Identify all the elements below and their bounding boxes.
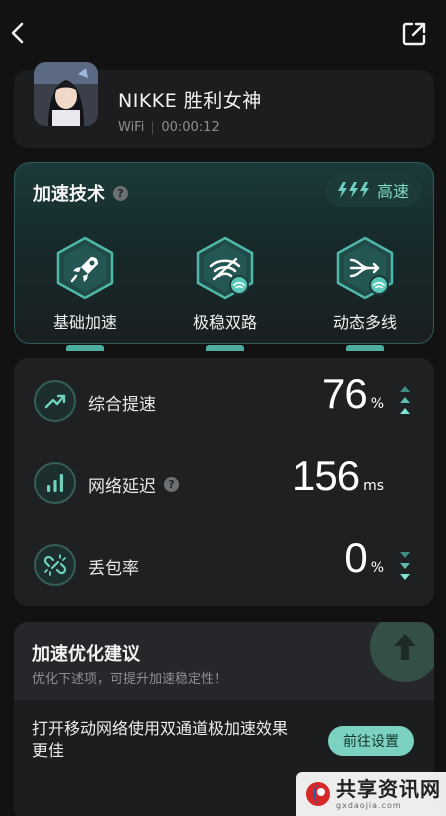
accel-tech-card: 加速技术 ? 高速 基础加速 极稳双路 动态多线 — [14, 162, 434, 351]
help-icon[interactable]: ? — [164, 477, 179, 492]
speed-mode-pill[interactable]: 高速 — [325, 173, 421, 207]
suggest-subtitle: 优化下述项，可提升加速稳定性！ — [32, 672, 228, 687]
stat-row-speedup: 综合提速 76 % — [14, 370, 434, 430]
elapsed-time: 00:00:12 — [161, 120, 220, 135]
arrow-up-icon — [370, 622, 434, 682]
stat-number: 0 — [344, 534, 367, 581]
game-card: NIKKE 胜利女神 WiFi 00:00:12 — [14, 62, 434, 148]
meta-divider — [152, 121, 154, 134]
share-button[interactable] — [400, 20, 428, 48]
stat-value: 0 % — [344, 534, 384, 582]
stat-row-packet-loss: 丢包率 0 % — [14, 534, 434, 594]
stat-label-text: 丢包率 — [88, 559, 139, 579]
arrows-down-icon — [398, 548, 412, 582]
stat-label-text: 综合提速 — [88, 395, 156, 415]
tech-item-dual[interactable]: 极稳双路 — [175, 235, 275, 351]
stat-unit: ms — [363, 478, 384, 494]
tech-item-indicator — [66, 345, 104, 351]
stat-unit: % — [370, 560, 384, 576]
stat-label: 网络延迟 ? — [88, 472, 179, 497]
accel-tech-items: 基础加速 极稳双路 动态多线 — [15, 235, 433, 351]
accel-tech-title: 加速技术 ? — [33, 180, 128, 206]
stat-label: 丢包率 — [88, 554, 139, 579]
watermark-main: 共享资讯网 — [336, 776, 441, 801]
stat-value: 76 % — [322, 370, 384, 418]
network-type: WiFi — [118, 120, 145, 135]
watermark: 共享资讯网 gxdaojia.com — [296, 772, 446, 816]
suggest-header: 加速优化建议 优化下述项，可提升加速稳定性！ — [14, 622, 434, 700]
suggest-tip: 打开移动网络使用双通道极加速效果更佳 — [32, 719, 289, 760]
stat-number: 76 — [321, 370, 368, 417]
stat-row-latency: 网络延迟 ? 156 ms — [14, 452, 434, 512]
trend-up-icon — [34, 380, 76, 422]
broken-link-icon — [34, 544, 76, 586]
goto-settings-button[interactable]: 前往设置 — [328, 726, 414, 756]
game-title: NIKKE 胜利女神 — [118, 90, 262, 112]
help-icon[interactable]: ? — [113, 185, 128, 201]
stat-unit: % — [370, 396, 384, 412]
game-icon — [34, 62, 98, 126]
stat-value: 156 ms — [292, 452, 384, 500]
back-button[interactable] — [8, 18, 28, 48]
tech-item-label: 基础加速 — [52, 313, 117, 332]
watermark-sub: gxdaojia.com — [336, 800, 402, 810]
speed-mode-label: 高速 — [376, 182, 409, 201]
lightning-icon — [337, 181, 371, 199]
rocket-icon — [54, 235, 116, 301]
arrows-up-icon — [398, 384, 412, 418]
chevron-left-icon — [11, 22, 24, 44]
tech-item-indicator — [346, 345, 384, 351]
game-meta: WiFi 00:00:12 — [118, 120, 220, 135]
watermark-text: 共享资讯网 gxdaojia.com — [336, 779, 441, 810]
watermark-logo-icon — [306, 782, 330, 806]
tech-item-indicator — [206, 345, 244, 351]
top-bar — [0, 0, 446, 66]
share-external-icon — [402, 22, 426, 46]
tech-item-multi[interactable]: 动态多线 — [315, 235, 415, 351]
stats-card: 综合提速 76 % 网络延迟 ? 156 ms 丢包率 0 % — [14, 358, 434, 606]
multiline-icon — [334, 235, 396, 301]
stat-label: 综合提速 — [88, 390, 156, 415]
accel-tech-label: 加速技术 — [33, 184, 105, 205]
tech-item-label: 动态多线 — [332, 313, 397, 332]
signal-bars-icon — [34, 462, 76, 504]
tech-item-basic[interactable]: 基础加速 — [35, 235, 135, 351]
stat-number: 156 — [291, 452, 360, 499]
suggest-title: 加速优化建议 — [32, 644, 140, 665]
wifi-dual-icon — [194, 235, 256, 301]
tech-item-label: 极稳双路 — [192, 313, 257, 332]
stat-label-text: 网络延迟 — [88, 477, 156, 497]
